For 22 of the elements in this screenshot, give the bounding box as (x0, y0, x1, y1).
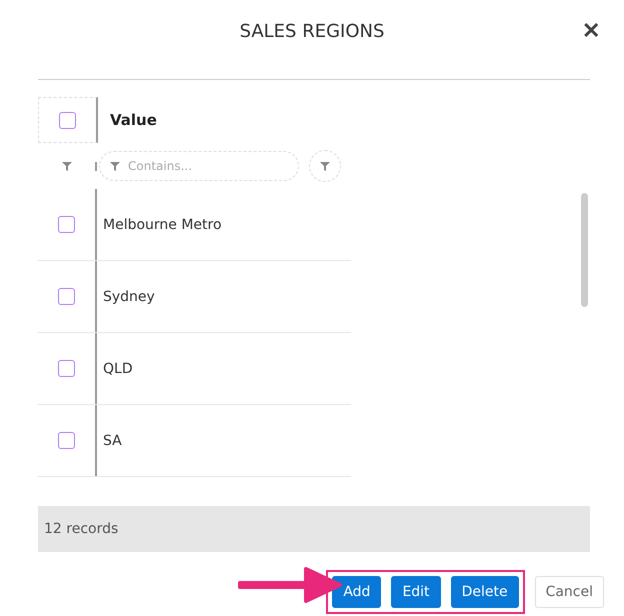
table-cell: SA (103, 432, 122, 448)
filter-icon (62, 162, 72, 170)
column-header[interactable]: Value (110, 111, 157, 129)
action-button[interactable]: Edit (391, 576, 441, 608)
filter-field[interactable]: Contains... (99, 151, 299, 181)
cancel-button[interactable]: Cancel (534, 576, 604, 608)
filter-icon (320, 162, 330, 170)
row-checkbox[interactable] (58, 288, 75, 305)
action-button[interactable]: Add (332, 576, 382, 608)
row-checkbox[interactable] (58, 432, 75, 449)
table-cell: Melbourne Metro (103, 216, 222, 232)
close-button[interactable]: ✕ (578, 18, 604, 44)
scrollbar[interactable] (581, 193, 588, 307)
row-checkbox[interactable] (58, 216, 75, 233)
row-checkbox[interactable] (58, 360, 75, 377)
table-cell: Sydney (103, 288, 155, 304)
dialog-title: SALES REGIONS (240, 20, 384, 42)
record-count: 12 records (44, 521, 118, 537)
action-button[interactable]: Delete (450, 576, 519, 608)
select-all-checkbox[interactable] (59, 112, 76, 128)
filter-icon (110, 162, 120, 170)
table-cell: QLD (103, 360, 133, 376)
